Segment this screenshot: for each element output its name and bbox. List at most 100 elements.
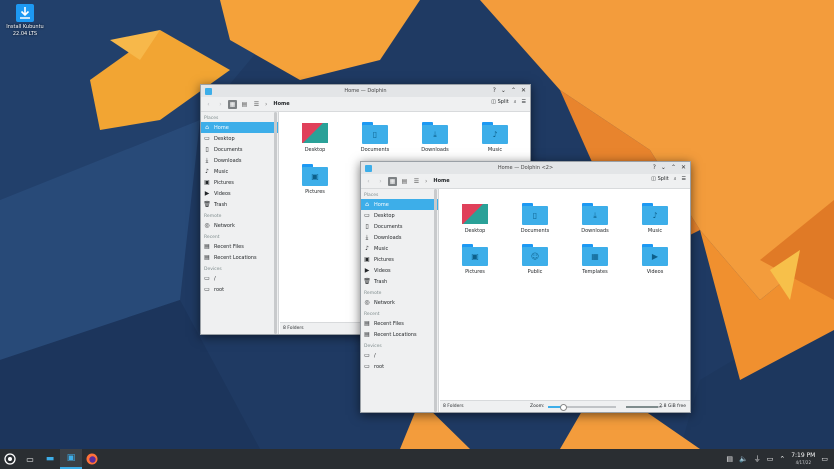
file-item-templates[interactable]: ▦ Templates [572,244,618,275]
places-scrollbar[interactable] [434,189,437,412]
file-item-desktop[interactable]: Desktop [292,122,338,153]
maximize-icon[interactable]: ⌃ [511,87,516,94]
window-titlebar[interactable]: Home — Dolphin ? ⌄ ⌃ ✕ [201,85,530,97]
volume-icon[interactable]: 🔈 [739,455,748,463]
home-icon: ⌂ [365,201,369,208]
file-item-downloads[interactable]: ⤓ Downloads [412,122,458,153]
place-label: Network [214,222,235,229]
file-item-videos[interactable]: ▶ Videos [632,244,678,275]
place-videos[interactable]: ▶ Videos [201,188,278,199]
device-root[interactable]: ▭ root [361,361,438,372]
show-desktop-icon[interactable]: ▭ [821,455,828,463]
forward-icon[interactable]: › [216,100,225,109]
status-text: 8 Folders [283,326,304,331]
minimize-icon[interactable]: ⌄ [661,164,666,171]
install-kubuntu-desktop-icon[interactable]: Install Kubuntu 22.04 LTS [4,4,46,38]
place-downloads[interactable]: ⤓ Downloads [201,155,278,166]
details-view-icon[interactable]: ☰ [412,177,421,186]
menu-icon[interactable]: ☰ [522,99,526,105]
forward-icon[interactable]: › [376,177,385,186]
search-icon[interactable]: ⌕ [514,99,517,105]
network-tray-icon[interactable]: ▭ [767,455,774,463]
application-launcher-icon[interactable] [0,449,20,469]
place-videos[interactable]: ▶ Videos [361,265,438,276]
firefox-icon[interactable] [82,449,102,469]
notifications-icon[interactable]: ⏚ [754,454,761,464]
file-item-pictures[interactable]: ▣ Pictures [292,164,338,195]
item-label: Videos [646,269,664,275]
file-item-documents[interactable]: ▯ Documents [512,203,558,234]
back-icon[interactable]: ‹ [364,177,373,186]
place-recent-files[interactable]: ▤ Recent Files [201,241,278,252]
place-documents[interactable]: ▯ Documents [361,221,438,232]
place-desktop[interactable]: ▭ Desktop [361,210,438,221]
trash-icon: 🗑 [203,201,211,208]
window-titlebar[interactable]: Home — Dolphin <2> ? ⌄ ⌃ ✕ [361,162,690,174]
digital-clock[interactable]: 7:19 PM 4/17/22 [791,452,815,466]
file-item-music[interactable]: ♪ Music [472,122,518,153]
place-desktop[interactable]: ▭ Desktop [201,133,278,144]
file-view[interactable]: Desktop ▯ Documents ⤓ Downloads ♪ Music … [440,189,690,401]
menu-icon[interactable]: ☰ [682,176,686,182]
zoom-slider-handle[interactable] [560,404,567,411]
help-icon[interactable]: ? [653,164,656,171]
device-root[interactable]: ▭ root [201,284,278,295]
compact-view-icon[interactable]: ▤ [240,100,249,109]
window-toolbar: ‹ › ▦ ▤ ☰ › Home ◫ Split ⌕ ☰ [361,174,690,189]
device-root-fs[interactable]: ▭ / [361,350,438,361]
place-documents[interactable]: ▯ Documents [201,144,278,155]
place-recent-locations[interactable]: ▤ Recent Locations [201,252,278,263]
close-icon[interactable]: ✕ [521,87,526,94]
place-home[interactable]: ⌂ Home [201,122,278,133]
details-view-icon[interactable]: ☰ [252,100,261,109]
help-icon[interactable]: ? [493,87,496,94]
dolphin-taskbar-icon[interactable]: ▬ [40,449,60,469]
search-icon[interactable]: ⌕ [674,176,677,182]
split-label: Split [657,176,669,182]
clipboard-icon[interactable]: ▤ [726,455,733,463]
place-label: Recent Locations [374,331,417,338]
breadcrumb[interactable]: Home [273,101,289,107]
icons-view-icon[interactable]: ▦ [388,176,397,186]
close-icon[interactable]: ✕ [681,164,686,171]
file-item-public[interactable]: ☺ Public [512,244,558,275]
minimize-icon[interactable]: ⌄ [501,87,506,94]
place-network[interactable]: ◎ Network [201,220,278,231]
place-pictures[interactable]: ▣ Pictures [201,177,278,188]
tray-expand-icon[interactable]: ⌃ [779,455,785,463]
icons-view-icon[interactable]: ▦ [228,99,237,109]
place-music[interactable]: ♪ Music [361,243,438,254]
file-item-pictures[interactable]: ▣ Pictures [452,244,498,275]
maximize-icon[interactable]: ⌃ [671,164,676,171]
window-title: Home — Dolphin [344,88,387,94]
pager-icon[interactable]: ▭ [20,449,40,469]
place-recent-files[interactable]: ▤ Recent Files [361,318,438,329]
desktop-icon-label-1: Install Kubuntu [6,24,44,30]
device-root-fs[interactable]: ▭ / [201,273,278,284]
place-pictures[interactable]: ▣ Pictures [361,254,438,265]
split-button[interactable]: ◫ Split [491,99,508,105]
file-item-downloads[interactable]: ⤓ Downloads [572,203,618,234]
back-icon[interactable]: ‹ [204,100,213,109]
place-recent-locations[interactable]: ▤ Recent Locations [361,329,438,340]
split-button[interactable]: ◫ Split [651,176,668,182]
file-item-desktop[interactable]: Desktop [452,203,498,234]
place-label: Downloads [374,234,402,241]
dolphin-windows-task[interactable]: ▣ [60,449,82,469]
place-downloads[interactable]: ⤓ Downloads [361,232,438,243]
breadcrumb[interactable]: Home [433,178,449,184]
place-trash[interactable]: 🗑 Trash [361,276,438,287]
dolphin-window-front[interactable]: Home — Dolphin <2> ? ⌄ ⌃ ✕ ‹ › ▦ ▤ ☰ › H… [360,161,691,413]
place-home[interactable]: ⌂ Home [361,199,438,210]
zoom-slider[interactable] [548,404,616,411]
file-item-music[interactable]: ♪ Music [632,203,678,234]
place-trash[interactable]: 🗑 Trash [201,199,278,210]
compact-view-icon[interactable]: ▤ [400,177,409,186]
place-music[interactable]: ♪ Music [201,166,278,177]
file-item-documents[interactable]: ▯ Documents [352,122,398,153]
taskbar: ▭ ▬ ▣ ▤ 🔈 ⏚ ▭ ⌃ 7:19 PM 4/17/22 ▭ [0,449,834,469]
place-network[interactable]: ◎ Network [361,297,438,308]
documents-folder-icon: ▯ [362,122,388,144]
places-scrollbar[interactable] [274,112,277,334]
pictures-icon: ▣ [364,256,370,263]
